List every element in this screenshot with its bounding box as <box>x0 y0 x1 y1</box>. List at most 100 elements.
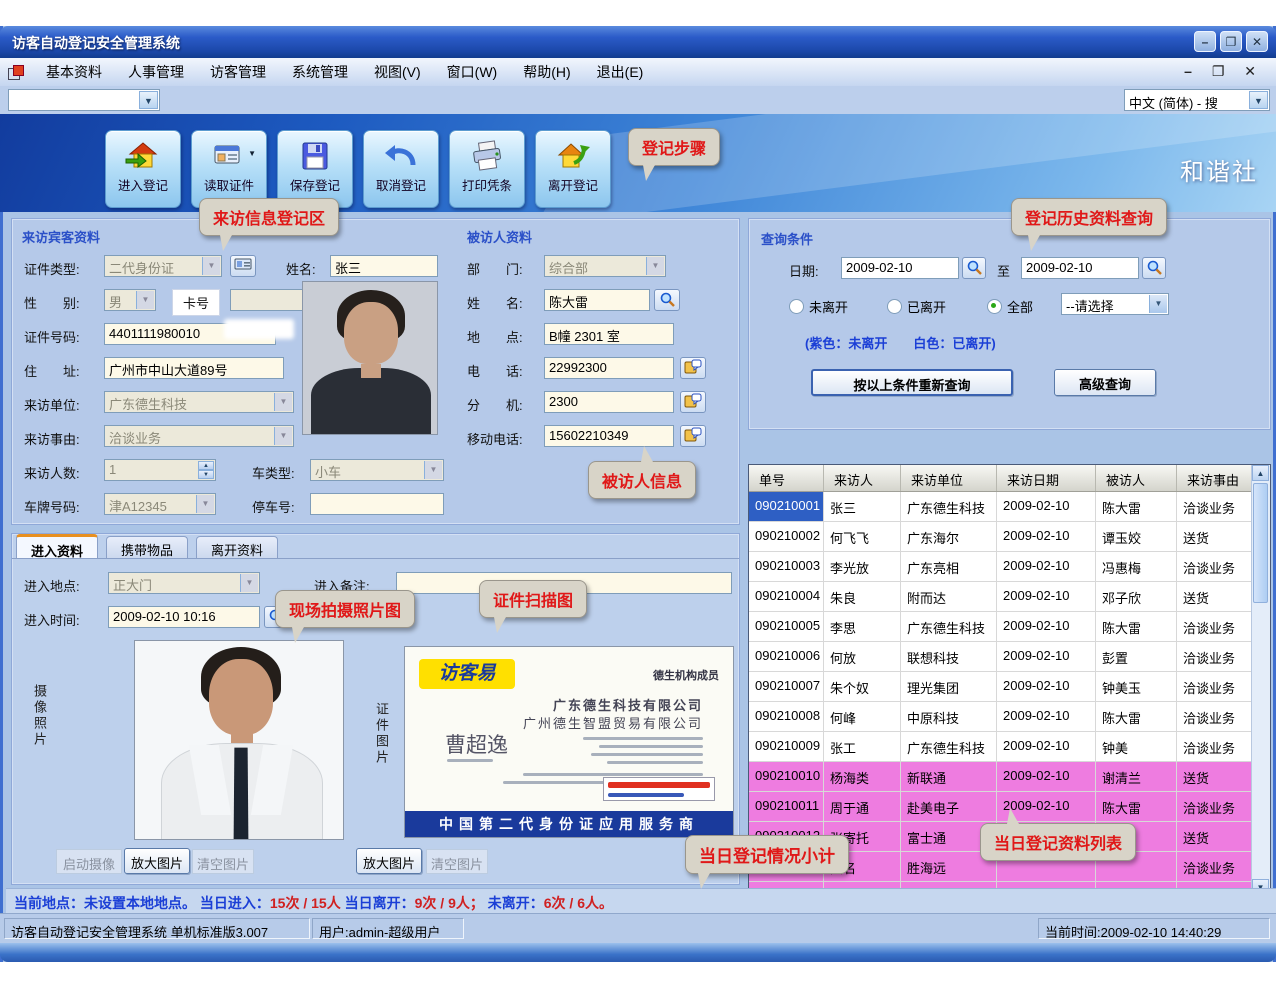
table-column-header[interactable]: 来访单位 <box>901 465 997 491</box>
table-cell[interactable]: 杨海类 <box>824 762 901 791</box>
table-cell[interactable]: 陈大雷 <box>1096 612 1177 641</box>
query-select[interactable]: --请选择 ▼ <box>1061 293 1169 315</box>
quick-combo[interactable]: ▼ <box>8 89 160 111</box>
plate-combo[interactable]: 津A12345 ▼ <box>104 493 216 515</box>
entry-time-input[interactable]: 2009-02-10 10:16 <box>108 606 260 628</box>
minimize-icon[interactable]: – <box>1194 31 1216 52</box>
table-cell[interactable]: 广东德生科技 <box>901 732 997 761</box>
menu-item-5[interactable]: 窗口(W) <box>434 58 511 86</box>
table-cell[interactable]: 送货 <box>1177 522 1254 551</box>
table-cell[interactable]: 2009-02-10 <box>997 762 1096 791</box>
table-row[interactable]: 090210005李思广东德生科技2009-02-10陈大雷洽谈业务 <box>749 612 1270 642</box>
table-cell[interactable]: 李光放 <box>824 552 901 581</box>
table-cell[interactable]: 090210006 <box>749 642 824 671</box>
card-reader-button[interactable] <box>230 255 256 277</box>
table-column-header[interactable]: 单号 <box>749 465 824 491</box>
table-cell[interactable]: 朱良 <box>824 582 901 611</box>
table-cell[interactable]: 090210003 <box>749 552 824 581</box>
mdi-window-controls-icon[interactable]: – ❐ ✕ <box>1184 63 1264 80</box>
menu-item-0[interactable]: 基本资料 <box>33 58 115 86</box>
zoom-card-button[interactable]: 放大图片 <box>356 848 422 874</box>
date-to-input[interactable]: 2009-02-10 <box>1021 257 1139 279</box>
save-register-button[interactable]: 保存登记 <box>277 130 353 208</box>
table-cell[interactable]: 广东德生科技 <box>901 612 997 641</box>
table-column-header[interactable]: 来访事由 <box>1177 465 1254 491</box>
date-from-input[interactable]: 2009-02-10 <box>841 257 959 279</box>
table-cell[interactable]: 附而达 <box>901 582 997 611</box>
table-row[interactable]: 090210003李光放广东亮相2009-02-10冯惠梅洽谈业务 <box>749 552 1270 582</box>
spin-up-icon[interactable]: ▲ <box>198 461 214 470</box>
table-cell[interactable]: 彭置 <box>1096 642 1177 671</box>
table-cell[interactable]: 赴美电子 <box>901 792 997 821</box>
card-no-input[interactable] <box>230 289 308 311</box>
table-cell[interactable]: 2009-02-10 <box>997 492 1096 521</box>
table-cell[interactable]: 090210005 <box>749 612 824 641</box>
date-to-picker-button[interactable] <box>1142 257 1166 279</box>
visit-reason-combo[interactable]: 洽谈业务 ▼ <box>104 425 294 447</box>
table-cell[interactable]: 陈大雷 <box>1096 702 1177 731</box>
spin-down-icon[interactable]: ▼ <box>198 470 214 479</box>
requery-button[interactable]: 按以上条件重新查询 <box>811 369 1013 396</box>
menu-item-3[interactable]: 系统管理 <box>279 58 361 86</box>
table-cell[interactable]: 理光集团 <box>901 672 997 701</box>
address-input[interactable]: 广州市中山大道89号 <box>104 357 284 379</box>
ext-call-button[interactable] <box>680 391 706 413</box>
clear-card-button[interactable]: 清空图片 <box>426 849 488 874</box>
table-cell[interactable]: 洽谈业务 <box>1177 612 1254 641</box>
close-icon[interactable]: ✕ <box>1246 31 1268 52</box>
visitor-name-input[interactable]: 张三 <box>330 255 438 277</box>
table-cell[interactable]: 新联通 <box>901 762 997 791</box>
chevron-down-icon[interactable]: ▼ <box>139 91 158 109</box>
location-input[interactable]: B幢 2301 室 <box>544 323 674 345</box>
table-cell[interactable]: 洽谈业务 <box>1177 702 1254 731</box>
table-cell[interactable]: 090210007 <box>749 672 824 701</box>
menu-item-2[interactable]: 访客管理 <box>197 58 279 86</box>
phone-input[interactable]: 22992300 <box>544 357 674 379</box>
table-cell[interactable]: 中原科技 <box>901 702 997 731</box>
entry-place-combo[interactable]: 正大门 ▼ <box>108 572 260 594</box>
table-cell[interactable]: 洽谈业务 <box>1177 552 1254 581</box>
restore-icon[interactable]: ❐ <box>1220 31 1242 52</box>
date-from-picker-button[interactable] <box>962 257 986 279</box>
table-cell[interactable]: 090210001 <box>749 492 824 521</box>
table-cell[interactable]: 090210011 <box>749 792 824 821</box>
table-cell[interactable]: 2009-02-10 <box>997 672 1096 701</box>
vehicle-type-combo[interactable]: 小车 ▼ <box>310 459 444 481</box>
table-cell[interactable]: 090210008 <box>749 702 824 731</box>
table-cell[interactable]: 何放 <box>824 642 901 671</box>
table-cell[interactable]: 联想科技 <box>901 642 997 671</box>
table-cell[interactable]: 洽谈业务 <box>1177 642 1254 671</box>
table-cell[interactable]: 陈大雷 <box>1096 492 1177 521</box>
chevron-down-icon[interactable]: ▼ <box>1249 91 1268 109</box>
table-cell[interactable]: 送货 <box>1177 762 1254 791</box>
table-cell[interactable]: 广东海尔 <box>901 522 997 551</box>
print-ticket-button[interactable]: 打印凭条 <box>449 130 525 208</box>
dept-combo[interactable]: 综合部 ▼ <box>544 255 666 277</box>
table-cell[interactable]: 何峰 <box>824 702 901 731</box>
gender-combo[interactable]: 男 ▼ <box>104 289 156 311</box>
table-cell[interactable]: 广东亮相 <box>901 552 997 581</box>
table-column-header[interactable]: 被访人 <box>1096 465 1177 491</box>
table-cell[interactable]: 钟美 <box>1096 732 1177 761</box>
table-cell[interactable]: 送货 <box>1177 582 1254 611</box>
scroll-up-icon[interactable]: ▲ <box>1252 465 1269 481</box>
cancel-register-button[interactable]: 取消登记 <box>363 130 439 208</box>
table-column-header[interactable]: 来访日期 <box>997 465 1096 491</box>
table-cell[interactable]: 2009-02-10 <box>997 702 1096 731</box>
table-cell[interactable]: 洽谈业务 <box>1177 672 1254 701</box>
ext-input[interactable]: 2300 <box>544 391 674 413</box>
zoom-photo-button[interactable]: 放大图片 <box>124 848 190 874</box>
language-combo[interactable]: 中文 (简体) - 搜 ▼ <box>1124 89 1270 111</box>
table-row[interactable]: 090210006何放联想科技2009-02-10彭置洽谈业务 <box>749 642 1270 672</box>
clear-photo-button[interactable]: 清空图片 <box>192 849 254 874</box>
tab-leave-info[interactable]: 离开资料 <box>196 536 278 558</box>
table-cell[interactable]: 冯惠梅 <box>1096 552 1177 581</box>
table-row[interactable]: 090210009张工广东德生科技2009-02-10钟美洽谈业务 <box>749 732 1270 762</box>
table-cell[interactable]: 洽谈业务 <box>1177 492 1254 521</box>
table-cell[interactable]: 朱个奴 <box>824 672 901 701</box>
table-cell[interactable]: 陈大雷 <box>1096 792 1177 821</box>
table-cell[interactable]: 2009-02-10 <box>997 612 1096 641</box>
table-cell[interactable]: 李思 <box>824 612 901 641</box>
tab-entry-info[interactable]: 进入资料 <box>16 534 98 558</box>
table-cell[interactable]: 2009-02-10 <box>997 642 1096 671</box>
